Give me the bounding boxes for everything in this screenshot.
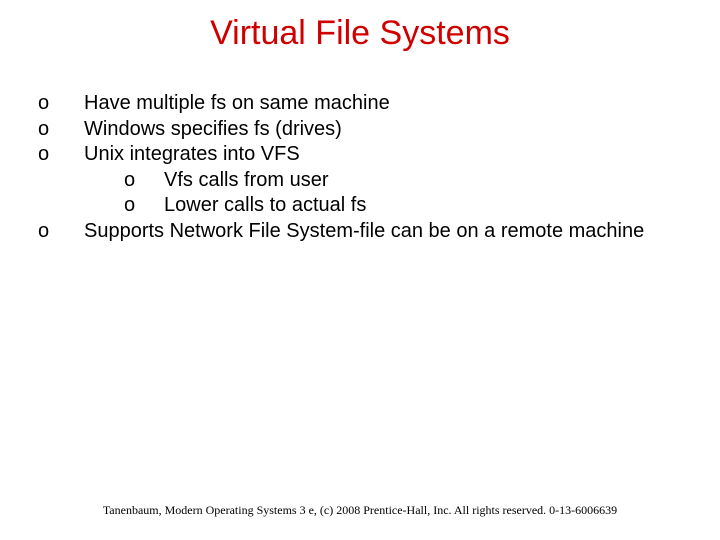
bullet-marker: o (36, 91, 84, 117)
slide-title: Virtual File Systems (0, 0, 720, 53)
content-area: o Have multiple fs on same machine o Win… (0, 53, 720, 245)
bullet-marker: o (122, 193, 164, 219)
list-item: o Windows specifies fs (drives) (36, 117, 684, 143)
bullet-text: Lower calls to actual fs (164, 193, 684, 219)
bullet-marker: o (36, 142, 84, 168)
bullet-text: Unix integrates into VFS (84, 142, 684, 168)
list-item-sub: o Vfs calls from user (122, 168, 684, 194)
bullet-marker: o (122, 168, 164, 194)
list-item: o Unix integrates into VFS (36, 142, 684, 168)
footer-citation: Tanenbaum, Modern Operating Systems 3 e,… (0, 503, 720, 518)
bullet-text: Vfs calls from user (164, 168, 684, 194)
bullet-marker: o (36, 117, 84, 143)
list-item: o Supports Network File System-file can … (36, 219, 684, 245)
bullet-text: Supports Network File System-file can be… (84, 219, 684, 245)
list-item-sub: o Lower calls to actual fs (122, 193, 684, 219)
bullet-text: Have multiple fs on same machine (84, 91, 684, 117)
bullet-text: Windows specifies fs (drives) (84, 117, 684, 143)
list-item: o Have multiple fs on same machine (36, 91, 684, 117)
slide: Virtual File Systems o Have multiple fs … (0, 0, 720, 540)
bullet-marker: o (36, 219, 84, 245)
